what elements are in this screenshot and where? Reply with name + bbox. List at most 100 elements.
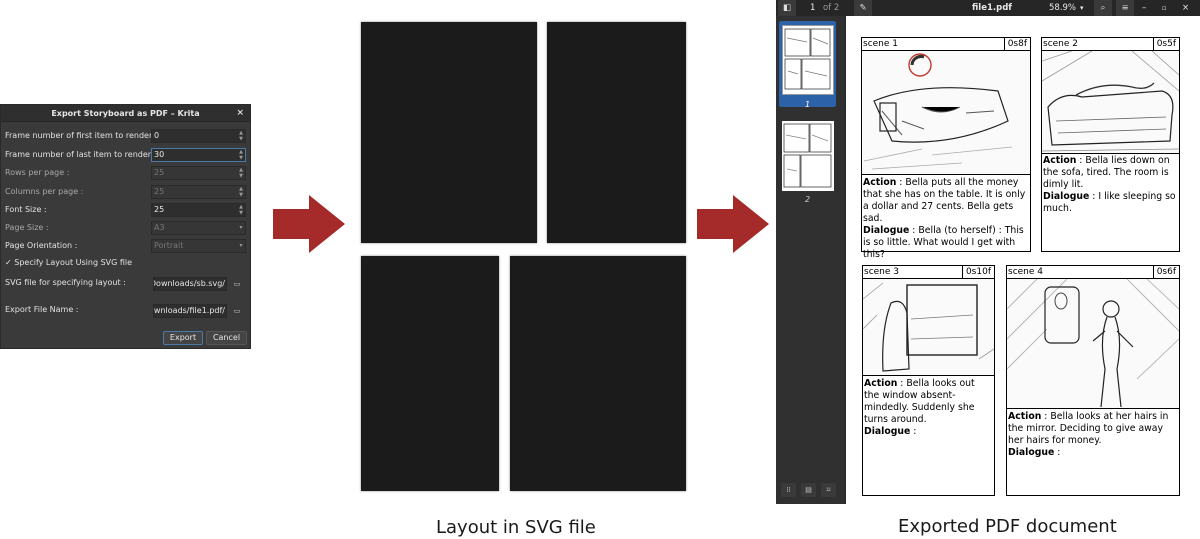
spinner-icon[interactable]: ▲ ▼: [238, 149, 244, 161]
panel-header: scene 4 0s6f: [1007, 266, 1179, 279]
first-frame-input[interactable]: 0 ▲ ▼: [151, 129, 246, 143]
chevron-down-icon[interactable]: ▾: [1080, 0, 1084, 16]
scene-duration: 0s5f: [1152, 38, 1179, 50]
search-icon[interactable]: ⌕: [1094, 0, 1112, 16]
svg-file-input[interactable]: /Downloads/sb.svg: [153, 277, 227, 291]
dialog-titlebar: Export Storyboard as PDF – Krita ×: [1, 105, 250, 122]
page-orientation-select[interactable]: Portrait ▾: [151, 239, 246, 253]
grid-icon[interactable]: ⁞⁞: [781, 483, 796, 497]
scene-sketch: [863, 279, 994, 376]
close-icon[interactable]: ×: [236, 105, 244, 122]
panel-text: Action : Bella looks out the window abse…: [864, 378, 975, 437]
rows-per-page-label: Rows per page :: [5, 168, 70, 177]
last-frame-input[interactable]: 30 ▲ ▼: [151, 148, 246, 162]
sidebar-toggle-icon[interactable]: ◧: [778, 0, 796, 16]
scene-sketch: [1007, 279, 1179, 409]
right-arrow-icon: [273, 195, 345, 253]
font-size-input[interactable]: 25 ▲ ▼: [151, 203, 246, 217]
outline-icon[interactable]: ▤: [801, 483, 816, 497]
page-size-select[interactable]: A3 ▾: [151, 221, 246, 235]
maximize-icon[interactable]: ▫: [1162, 0, 1167, 16]
chevron-down-icon: ▾: [239, 242, 243, 249]
export-file-label: Export File Name :: [5, 305, 79, 314]
viewer-toolbar: ◧ 1 of 2 ✎ file1.pdf 58.9% ▾ ⌕ ≡ – ▫ ×: [776, 0, 1200, 16]
pdf-caption: Exported PDF document: [898, 516, 1117, 537]
page-size-value: A3: [154, 223, 165, 232]
menu-icon[interactable]: ≡: [1116, 0, 1134, 16]
page-size-label: Page Size :: [5, 223, 49, 232]
chevron-down-icon: ▾: [239, 224, 243, 231]
scene-duration: 0s10f: [961, 266, 994, 278]
storyboard-panel: scene 3 0s10f Action : Bella looks out t…: [862, 265, 995, 496]
panel-header: scene 3 0s10f: [863, 266, 994, 279]
rows-per-page-input[interactable]: 25 ▲ ▼: [151, 166, 246, 180]
scene-name: scene 2: [1043, 39, 1079, 49]
pencil-icon[interactable]: ✎: [854, 0, 872, 16]
columns-per-page-input[interactable]: 25 ▲ ▼: [151, 185, 246, 199]
action-label: Action: [1008, 411, 1042, 422]
thumbnail-preview: [783, 123, 832, 188]
spinner-icon[interactable]: ▲ ▼: [238, 167, 244, 179]
zoom-level[interactable]: 58.9%: [1049, 0, 1076, 16]
action-label: Action: [863, 177, 897, 188]
spinner-icon[interactable]: ▲ ▼: [238, 186, 244, 198]
cancel-button[interactable]: Cancel: [206, 331, 247, 345]
layout-block: [361, 256, 499, 491]
svg-file-label: SVG file for specifying layout :: [5, 278, 126, 287]
rows-per-page-value: 25: [154, 168, 165, 177]
thumbnail-sidebar: 1 2 ⁞⁞ ▤ ⌑: [776, 16, 844, 504]
panel-header: scene 2 0s5f: [1042, 38, 1179, 51]
dialogue-label: Dialogue: [1043, 191, 1090, 202]
export-file-input[interactable]: /Downloads/file1.pdf: [153, 304, 227, 318]
page-number-input[interactable]: 1: [810, 0, 815, 16]
bookmark-icon[interactable]: ⌑: [821, 483, 836, 497]
font-size-label: Font Size :: [5, 205, 47, 214]
export-button[interactable]: Export: [163, 331, 203, 345]
last-frame-value: 30: [154, 150, 165, 159]
columns-per-page-label: Columns per page :: [5, 187, 84, 196]
scene-name: scene 1: [863, 39, 899, 49]
scene-name: scene 4: [1008, 267, 1044, 277]
page-orientation-label: Page Orientation :: [5, 241, 78, 250]
first-frame-value: 0: [154, 131, 160, 140]
page-thumbnail-1[interactable]: [782, 25, 834, 95]
layout-block: [361, 22, 537, 243]
document-title: file1.pdf: [972, 3, 1012, 13]
pdf-viewer: ◧ 1 of 2 ✎ file1.pdf 58.9% ▾ ⌕ ≡ – ▫ × 1: [776, 0, 1200, 504]
close-icon[interactable]: ×: [1182, 0, 1189, 16]
scene-sketch: [1042, 51, 1179, 154]
action-label: Action: [1043, 155, 1077, 166]
svg-layout-checkbox[interactable]: ✓ Specify Layout Using SVG file: [5, 257, 132, 269]
scene-duration: 0s8f: [1003, 38, 1030, 50]
svg-caption: Layout in SVG file: [436, 517, 596, 538]
thumbnail-label-1: 1: [804, 100, 811, 109]
checkmark-icon: ✓: [5, 258, 12, 267]
panel-text: Action : Bella looks at her hairs in the…: [1008, 411, 1169, 458]
storyboard-panel: scene 2 0s5f Action : Bella lies down on…: [1041, 37, 1180, 252]
folder-icon[interactable]: ▭: [232, 306, 242, 316]
pdf-page: scene 1 0s8f Action : Bella puts all the…: [846, 16, 1200, 504]
dialogue-label: Dialogue: [1008, 447, 1055, 458]
panel-text: Action : Bella puts all the money that s…: [863, 177, 1026, 260]
spinner-icon[interactable]: ▲ ▼: [238, 130, 244, 142]
folder-icon[interactable]: ▭: [232, 279, 242, 289]
minimize-icon[interactable]: –: [1142, 0, 1146, 16]
font-size-value: 25: [154, 205, 165, 214]
page-orientation-value: Portrait: [154, 241, 184, 250]
dialogue-label: Dialogue: [864, 426, 911, 437]
first-frame-label: Frame number of first item to render:: [5, 131, 155, 140]
columns-per-page-value: 25: [154, 187, 165, 196]
dialog-title: Export Storyboard as PDF – Krita: [51, 109, 200, 118]
spinner-icon[interactable]: ▲ ▼: [238, 204, 244, 216]
scene-name: scene 3: [864, 267, 900, 277]
dialogue-label: Dialogue: [863, 225, 910, 236]
last-frame-label: Frame number of last item to render:: [5, 150, 154, 159]
thumbnail-label-2: 2: [804, 195, 811, 204]
page-thumbnail-2[interactable]: [782, 121, 834, 191]
scene-sketch: [862, 51, 1030, 175]
panel-header: scene 1 0s8f: [862, 38, 1030, 51]
storyboard-panel: scene 4 0s6f Action : Bella looks at her…: [1006, 265, 1180, 496]
layout-block: [510, 256, 686, 491]
thumbnail-preview: [784, 28, 831, 90]
storyboard-panel: scene 1 0s8f Action : Bella puts all the…: [861, 37, 1031, 260]
